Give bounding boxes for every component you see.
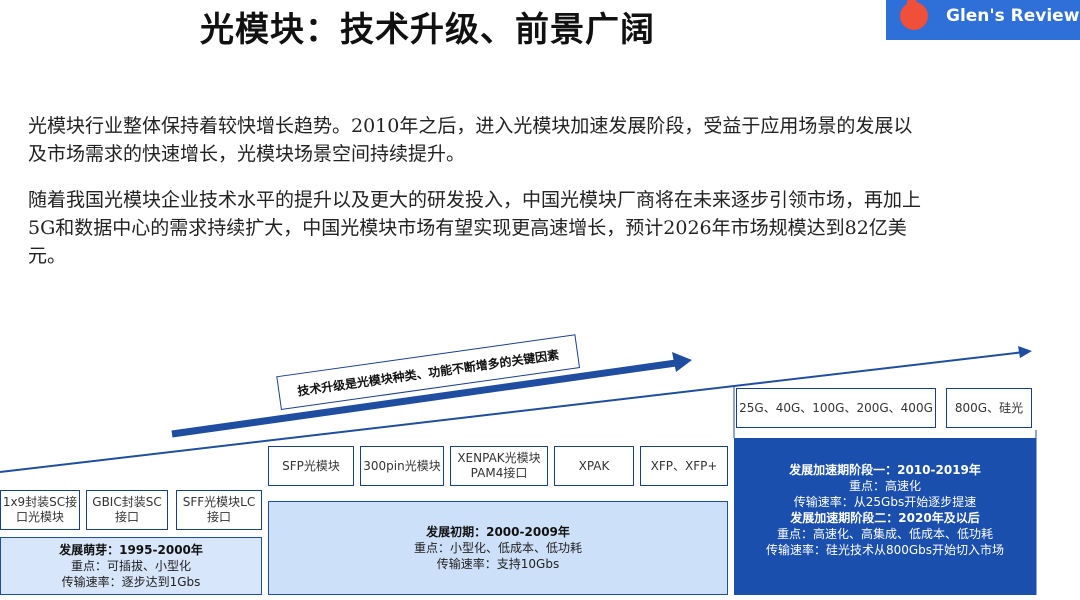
stage-2-line-1: 重点：小型化、低成本、低功耗 — [413, 541, 582, 555]
product-sfp: SFP光模块 — [268, 446, 354, 486]
product-800g: 800G、硅光 — [946, 388, 1032, 428]
stage-3a-line-1: 重点：高速化 — [848, 479, 921, 493]
stage-2-panel: 发展初期：2000-2009年 重点：小型化、低成本、低功耗 传输速率：支持10… — [268, 501, 728, 595]
stage-3a-heading: 发展加速期阶段一：2010-2019年 — [789, 463, 981, 477]
stage-3a-line-2: 传输速率：从25Gbs开始逐步提速 — [793, 495, 977, 509]
product-xfp: XFP、XFP+ — [640, 446, 728, 486]
product-gbic: GBIC封装SC接口 — [86, 490, 168, 530]
stage-2-line-2: 传输速率：支持10Gbs — [436, 557, 560, 571]
stage-1-panel: 发展萌芽：1995-2000年 重点：可插拔、小型化 传输速率：逐步达到1Gbs — [0, 537, 262, 595]
stage-1-heading: 发展萌芽：1995-2000年 — [59, 543, 203, 557]
growth-arrowhead — [1018, 346, 1032, 358]
stage-1-line-2: 传输速率：逐步达到1Gbs — [61, 575, 201, 589]
product-xpak: XPAK — [554, 446, 634, 486]
stage-2-heading: 发展初期：2000-2009年 — [426, 525, 570, 539]
stage-1-line-1: 重点：可插拔、小型化 — [70, 559, 191, 573]
tech-upgrade-arrowhead — [672, 352, 692, 372]
product-300pin: 300pin光模块 — [360, 446, 444, 486]
product-1x9-sc: 1x9封装SC接口光模块 — [0, 490, 80, 530]
product-25g-400g: 25G、40G、100G、200G、400G — [736, 388, 936, 428]
stage-3b-line-2: 传输速率：硅光技术从800Gbs开始切入市场 — [765, 543, 1005, 557]
stage-3b-line-1: 重点：高速化、高集成、低成本、低功耗 — [776, 527, 993, 541]
product-xenpak: XENPAK光模块PAM4接口 — [450, 446, 548, 486]
product-sff: SFF光模块LC接口 — [176, 490, 262, 530]
stage-3b-heading: 发展加速期阶段二：2020年及以后 — [790, 511, 980, 525]
stage-3-panel: 发展加速期阶段一：2010-2019年 重点：高速化 传输速率：从25Gbs开始… — [734, 438, 1036, 595]
